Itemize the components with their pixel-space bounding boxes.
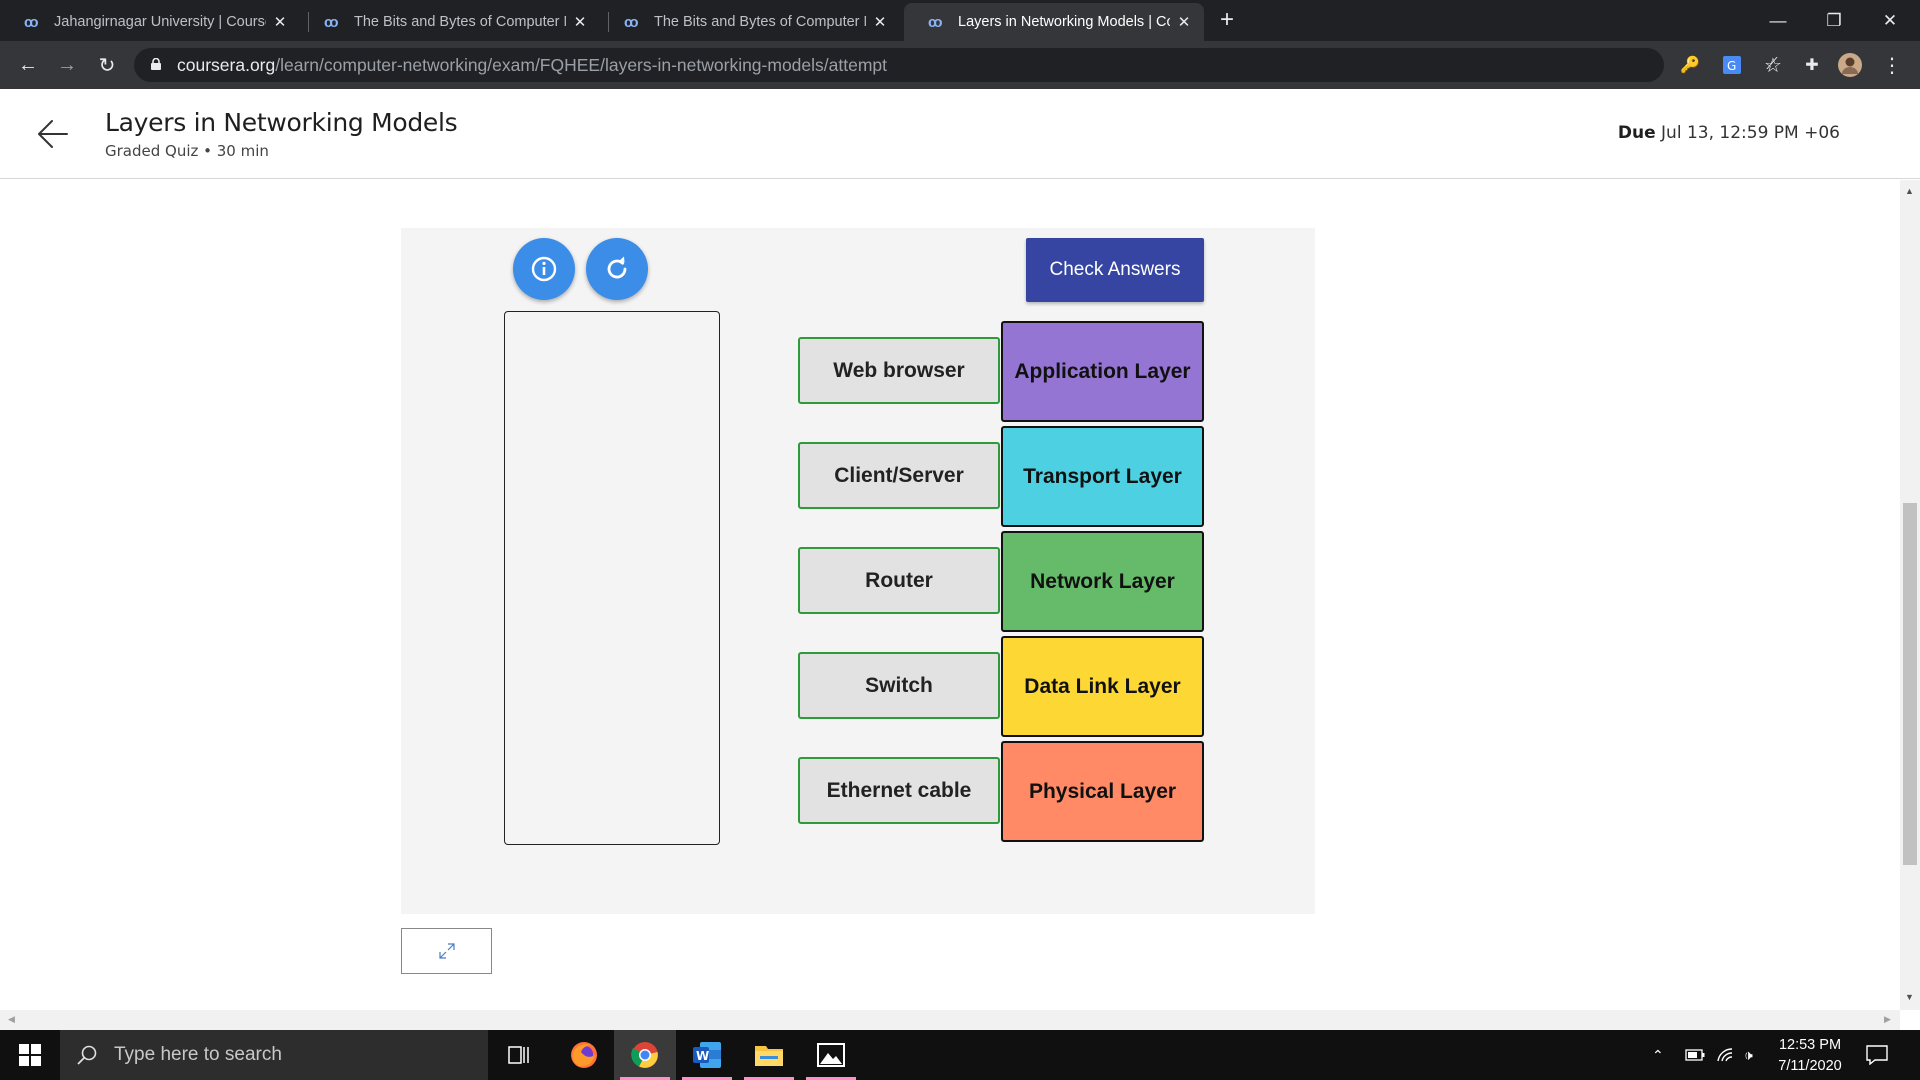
firefox-icon[interactable]: [553, 1030, 615, 1080]
translate-extension-icon[interactable]: G: [1720, 53, 1744, 77]
taskbar-search[interactable]: Type here to search: [60, 1030, 488, 1080]
draggable-item-ethernet-cable[interactable]: Ethernet cable: [798, 757, 1000, 824]
tab-bits-bytes-2[interactable]: co The Bits and Bytes of Computer N ✕: [600, 3, 900, 41]
search-icon: [77, 1045, 97, 1065]
quiz-header: Layers in Networking Models Graded Quiz …: [0, 89, 1920, 179]
tab-layers-networking[interactable]: co Layers in Networking Models | Co ✕: [904, 3, 1204, 41]
lock-icon: [151, 58, 161, 70]
vertical-scrollbar[interactable]: ▲ ▼: [1900, 180, 1920, 1010]
draggable-item-web-browser[interactable]: Web browser: [798, 337, 1000, 404]
new-tab-icon[interactable]: +: [1220, 6, 1234, 34]
drag-drop-activity: Check Answers Web browser Client/Server …: [401, 228, 1315, 914]
draggable-item-client-server[interactable]: Client/Server: [798, 442, 1000, 509]
task-view-icon[interactable]: [488, 1030, 550, 1080]
main-content: Check Answers Web browser Client/Server …: [0, 180, 1900, 1010]
application-layer-target[interactable]: Application Layer: [1001, 321, 1204, 422]
tab-jahangirnagar[interactable]: co Jahangirnagar University | Course ✕: [0, 3, 300, 41]
clock-date: 7/11/2020: [1778, 1058, 1842, 1074]
fullscreen-button[interactable]: [401, 928, 492, 974]
search-placeholder: Type here to search: [114, 1044, 282, 1065]
tab-title: Jahangirnagar University | Course: [54, 14, 266, 30]
close-tab-icon[interactable]: ✕: [572, 13, 588, 31]
due-date: Due Jul 13, 12:59 PM +06: [1618, 123, 1840, 143]
horizontal-scrollbar[interactable]: ◀ ▶: [0, 1010, 1900, 1030]
restore-icon[interactable]: ❐: [1806, 0, 1862, 41]
file-explorer-icon[interactable]: [738, 1030, 800, 1080]
battery-icon[interactable]: [1685, 1030, 1705, 1080]
photos-icon[interactable]: [800, 1030, 862, 1080]
windows-taskbar: Type here to search W ⌃ 🕩 12:53 PM 7/11/…: [0, 1030, 1920, 1080]
tab-title: Layers in Networking Models | Co: [958, 14, 1170, 30]
scroll-up-arrow-icon[interactable]: ▲: [1905, 186, 1914, 196]
info-button[interactable]: [513, 238, 575, 300]
back-arrow-icon[interactable]: [36, 117, 70, 151]
coursera-favicon-icon: co: [928, 13, 943, 31]
clock-time: 12:53 PM: [1778, 1037, 1842, 1053]
close-tab-icon[interactable]: ✕: [872, 13, 888, 31]
windows-start-button[interactable]: [0, 1030, 60, 1080]
page-title: Layers in Networking Models: [105, 108, 458, 137]
url-host: coursera.org: [177, 55, 276, 75]
check-answers-button[interactable]: Check Answers: [1026, 238, 1204, 302]
svg-text:G: G: [1727, 59, 1736, 73]
network-layer-target[interactable]: Network Layer: [1001, 531, 1204, 632]
url-path: /learn/computer-networking/exam/FQHEE/la…: [275, 55, 888, 75]
chrome-icon[interactable]: [614, 1030, 676, 1080]
wifi-icon[interactable]: [1716, 1030, 1736, 1080]
tab-bits-bytes-1[interactable]: co The Bits and Bytes of Computer N ✕: [300, 3, 600, 41]
close-tab-icon[interactable]: ✕: [272, 13, 288, 31]
expand-icon: [438, 943, 455, 959]
address-bar[interactable]: coursera.org/learn/computer-networking/e…: [134, 48, 1782, 82]
close-tab-icon[interactable]: ✕: [1176, 13, 1192, 31]
due-label: Due: [1617, 123, 1656, 143]
scroll-left-arrow-icon[interactable]: ◀: [8, 1014, 15, 1025]
key-extension-icon[interactable]: 🔑: [1678, 53, 1702, 77]
url-text: coursera.org/learn/computer-networking/e…: [177, 55, 887, 76]
close-window-icon[interactable]: ✕: [1862, 0, 1918, 41]
scrollbar-thumb[interactable]: [1903, 503, 1917, 865]
minimize-icon[interactable]: —: [1750, 0, 1806, 41]
info-icon: [531, 256, 557, 282]
data-link-layer-target[interactable]: Data Link Layer: [1001, 636, 1204, 737]
scroll-right-arrow-icon[interactable]: ▶: [1884, 1014, 1891, 1025]
show-hidden-icons[interactable]: ⌃: [1652, 1030, 1664, 1080]
word-icon[interactable]: W: [676, 1030, 738, 1080]
back-arrow-icon[interactable]: ←: [14, 51, 42, 79]
coursera-favicon-icon: co: [24, 13, 39, 31]
scroll-down-arrow-icon[interactable]: ▼: [1905, 992, 1914, 1002]
puzzle-extensions-icon[interactable]: ✚: [1800, 53, 1824, 77]
system-clock[interactable]: 12:53 PM 7/11/2020: [1760, 1035, 1860, 1077]
transport-layer-target[interactable]: Transport Layer: [1001, 426, 1204, 527]
menu-kebab-icon[interactable]: ⋮: [1880, 53, 1904, 77]
answer-drop-zone[interactable]: [504, 311, 720, 845]
tab-title: The Bits and Bytes of Computer N: [354, 14, 566, 30]
due-value: Jul 13, 12:59 PM +06: [1661, 123, 1840, 143]
draggable-item-switch[interactable]: Switch: [798, 652, 1000, 719]
avatar[interactable]: [1838, 53, 1862, 77]
draggable-item-router[interactable]: Router: [798, 547, 1000, 614]
cast-extension-icon[interactable]: ⟋: [1760, 53, 1784, 77]
reload-icon[interactable]: ↻: [93, 51, 121, 79]
notifications-icon[interactable]: [1866, 1030, 1888, 1080]
physical-layer-target[interactable]: Physical Layer: [1001, 741, 1204, 842]
reset-button[interactable]: [586, 238, 648, 300]
forward-arrow-icon[interactable]: →: [53, 51, 81, 79]
toolbar: ← → ↻ coursera.org/learn/computer-networ…: [0, 41, 1920, 89]
volume-icon[interactable]: 🕩: [1744, 1030, 1753, 1080]
windows-logo-icon: [19, 1044, 41, 1066]
coursera-favicon-icon: co: [324, 13, 339, 31]
svg-text:W: W: [696, 1049, 709, 1063]
coursera-favicon-icon: co: [624, 13, 639, 31]
tab-strip: co Jahangirnagar University | Course ✕ c…: [0, 0, 1920, 41]
tab-title: The Bits and Bytes of Computer N: [654, 14, 866, 30]
quiz-meta: Graded Quiz • 30 min: [105, 142, 269, 160]
refresh-icon: [607, 256, 627, 279]
